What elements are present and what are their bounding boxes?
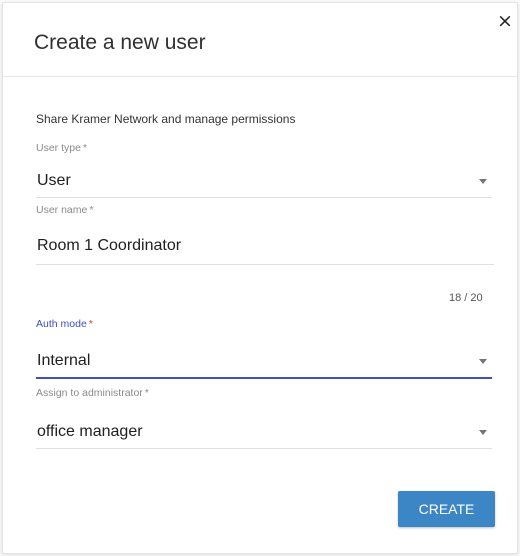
chevron-down-icon <box>479 430 487 435</box>
assign-admin-value: office manager <box>37 423 143 440</box>
close-icon[interactable]: × <box>496 12 514 31</box>
auth-mode-label: Auth mode * <box>36 318 93 330</box>
user-type-label-text: User type <box>36 142 81 154</box>
auth-mode-label-text: Auth mode <box>36 318 87 330</box>
user-name-input[interactable]: Room 1 Coordinator <box>36 232 494 265</box>
chevron-down-icon <box>479 179 487 184</box>
assign-admin-select[interactable]: office manager <box>36 420 492 449</box>
auth-mode-value: Internal <box>37 352 91 369</box>
user-name-label: User name * <box>36 204 93 216</box>
auth-mode-select[interactable]: Internal <box>36 349 492 379</box>
user-type-label: User type * <box>36 142 87 154</box>
user-type-value: User <box>37 172 71 189</box>
assign-admin-label-text: Assign to administrator <box>36 387 143 399</box>
assign-admin-label: Assign to administrator * <box>36 387 149 399</box>
dialog-subtitle: Share Kramer Network and manage permissi… <box>36 112 296 126</box>
required-mark: * <box>88 318 93 330</box>
user-type-select[interactable]: User <box>36 169 492 198</box>
create-button[interactable]: CREATE <box>398 491 495 527</box>
chevron-down-icon <box>479 359 487 364</box>
user-name-value: Room 1 Coordinator <box>37 237 182 254</box>
required-mark: * <box>144 387 149 399</box>
required-mark: * <box>89 204 94 216</box>
dialog-header: Create a new user <box>3 3 517 77</box>
user-name-label-text: User name <box>36 204 88 216</box>
required-mark: * <box>82 142 88 154</box>
create-user-dialog: Create a new user × Share Kramer Network… <box>2 2 518 554</box>
dialog-title: Create a new user <box>34 31 206 54</box>
character-counter: 18 / 20 <box>449 292 483 304</box>
